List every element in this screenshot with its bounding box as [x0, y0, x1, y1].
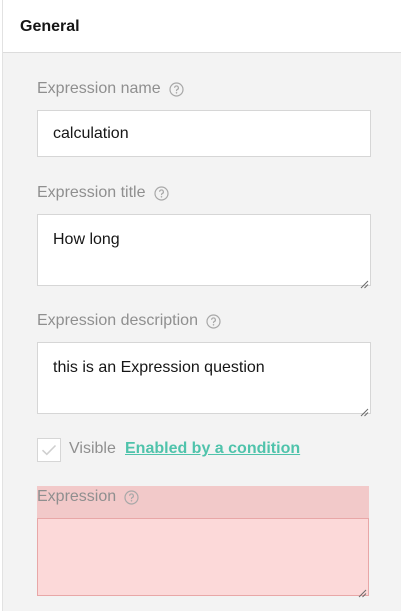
expression-description-label-text: Expression description	[37, 312, 198, 329]
panel-header[interactable]: General	[3, 0, 401, 53]
expression-label: Expression	[37, 488, 139, 506]
help-icon[interactable]	[169, 81, 184, 97]
expression-description-textarea[interactable]: this is an Expression question	[37, 342, 371, 417]
resize-grip-icon[interactable]	[360, 275, 369, 289]
expression-description-label: Expression description	[37, 312, 221, 330]
help-icon[interactable]	[153, 185, 169, 201]
expression-name-label-text: Expression name	[37, 80, 161, 97]
enabled-by-condition-link[interactable]: Enabled by a condition	[125, 440, 300, 458]
expression-error-field: Expression	[37, 486, 369, 598]
resize-grip-icon[interactable]	[358, 585, 367, 598]
expression-name-value: calculation	[53, 125, 129, 142]
visible-checkbox[interactable]	[37, 438, 61, 462]
expression-title-textarea[interactable]: How long	[37, 214, 371, 289]
expression-title-value: How long	[53, 231, 120, 248]
checkmark-icon	[41, 444, 57, 456]
expression-title-label-text: Expression title	[37, 184, 146, 201]
expression-error-header: Expression	[37, 486, 369, 518]
resize-grip-icon[interactable]	[360, 403, 369, 417]
expression-label-text: Expression	[37, 488, 117, 505]
expression-name-input[interactable]: calculation	[37, 110, 371, 157]
property-panel: General Expression name calculation Expr…	[2, 0, 401, 611]
expression-title-label: Expression title	[37, 184, 169, 202]
help-icon[interactable]	[124, 489, 139, 505]
expression-textarea[interactable]	[37, 518, 369, 598]
visible-label[interactable]: Visible	[69, 440, 116, 458]
help-icon[interactable]	[206, 313, 221, 329]
expression-description-value: this is an Expression question	[53, 359, 265, 376]
expression-name-label: Expression name	[37, 80, 184, 98]
panel-title[interactable]: General	[20, 18, 80, 36]
